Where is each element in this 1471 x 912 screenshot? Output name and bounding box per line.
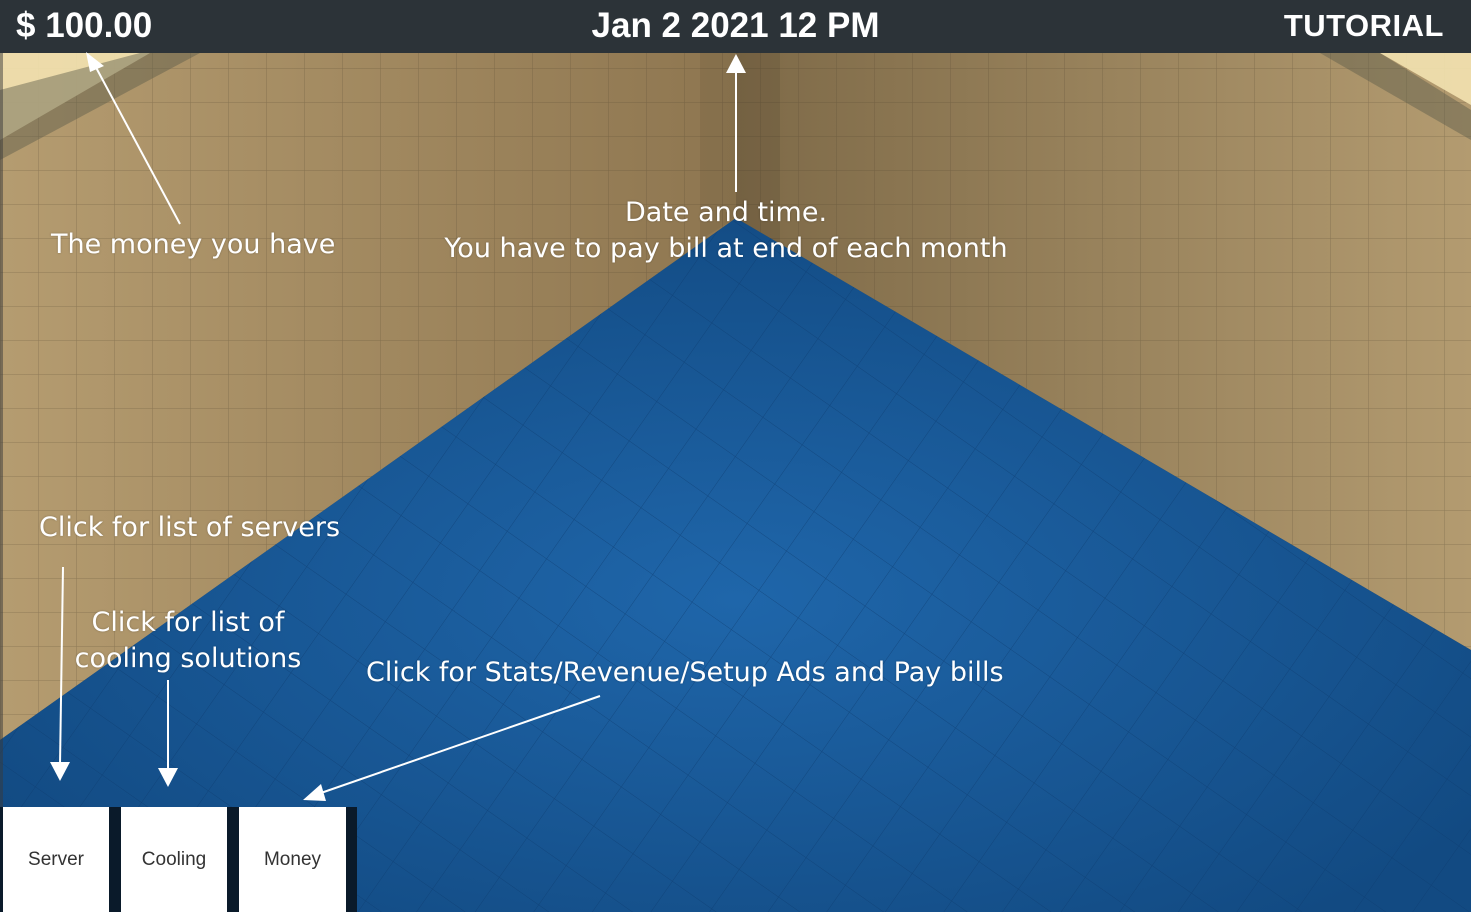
tutorial-button[interactable]: TUTORIAL [1284, 4, 1444, 48]
datetime-annotation-line2: You have to pay bill at end of each mont… [444, 233, 1008, 264]
money-annotation: The money you have [51, 229, 336, 260]
datetime-annotation: Date and time. You have to pay bill at e… [426, 195, 1026, 267]
datetime-display: Jan 2 2021 12 PM [591, 6, 880, 45]
room-scene[interactable] [0, 0, 1471, 912]
money-button[interactable]: Money [239, 807, 346, 912]
money-button-annotation: Click for Stats/Revenue/Setup Ads and Pa… [366, 657, 1004, 688]
cooling-annotation-line1: Click for list of [91, 607, 285, 638]
cooling-button[interactable]: Cooling [121, 807, 227, 912]
top-hud-bar: $ 100.00 Jan 2 2021 12 PM TUTORIAL [0, 0, 1471, 53]
cooling-annotation: Click for list of cooling solutions [38, 605, 338, 677]
game-viewport[interactable]: $ 100.00 Jan 2 2021 12 PM TUTORIAL The m… [0, 0, 1471, 912]
datetime-annotation-line1: Date and time. [624, 197, 828, 228]
cooling-annotation-line2: cooling solutions [74, 643, 302, 674]
servers-annotation: Click for list of servers [39, 512, 341, 543]
server-button[interactable]: Server [3, 807, 109, 912]
